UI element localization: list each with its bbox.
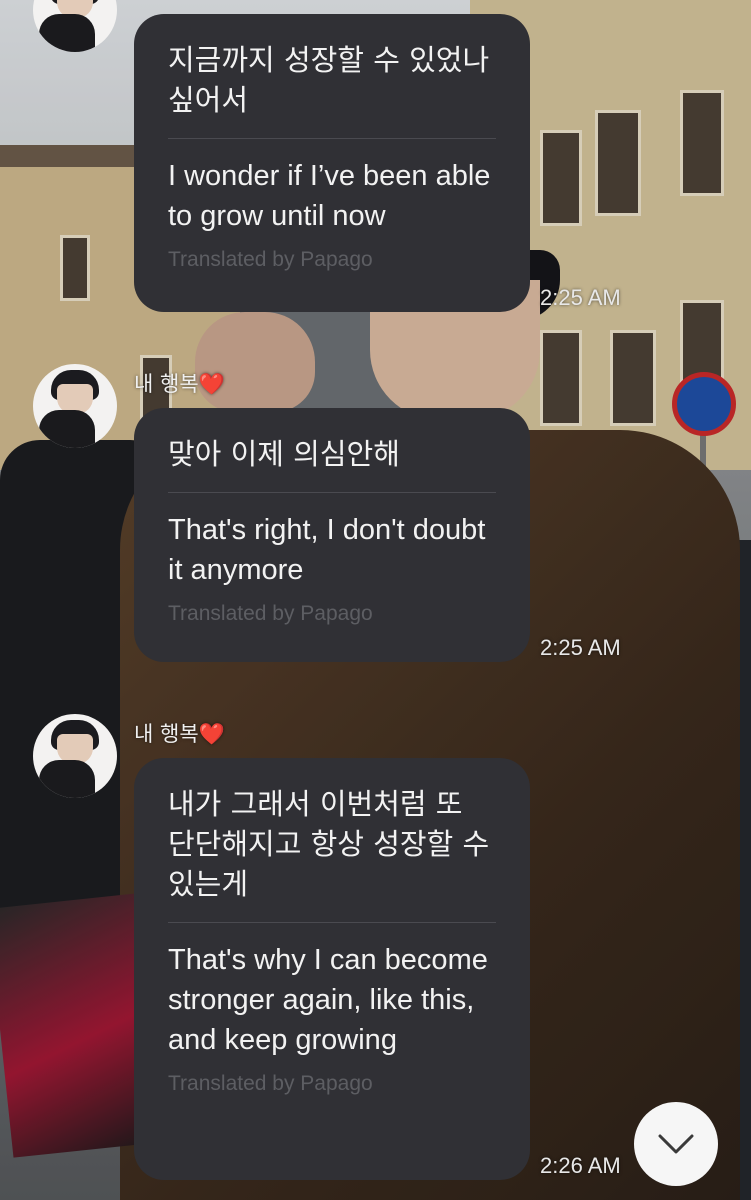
sender-name-text: 내 행복 <box>134 722 199 746</box>
heart-icon: ❤️ <box>198 722 225 746</box>
message-translation-text: I wonder if I’ve been able to grow until… <box>168 160 491 232</box>
translation-divider <box>168 138 496 139</box>
translation-credit: Translated by Papago <box>168 602 373 625</box>
message-original-text: 지금까지 성장할 수 있었나 싶어서 <box>168 43 490 117</box>
translation-credit: Translated by Papago <box>168 1072 373 1095</box>
scroll-to-bottom-button[interactable] <box>634 1102 718 1186</box>
message-original-text: 맞아 이제 의심안해 <box>168 437 400 471</box>
translation-divider <box>168 922 496 923</box>
message-bubble[interactable]: 지금까지 성장할 수 있었나 싶어서 I wonder if I’ve been… <box>134 14 530 312</box>
heart-icon: ❤️ <box>198 372 225 396</box>
message-bubble[interactable]: 내가 그래서 이번처럼 또 단단해지고 항상 성장할 수 있는게 That's … <box>134 758 530 1180</box>
chevron-down-icon <box>658 1134 694 1154</box>
sender-avatar[interactable] <box>33 714 117 798</box>
sender-name: 내 행복❤️ <box>134 718 225 748</box>
message-bubble[interactable]: 맞아 이제 의심안해 That's right, I don't doubt i… <box>134 408 530 662</box>
message-timestamp: 2:25 AM <box>540 635 621 660</box>
message-translation-text: That's why I can become stronger again, … <box>168 944 488 1056</box>
sender-name-text: 내 행복 <box>134 372 199 396</box>
message-timestamp: 2:26 AM <box>540 1153 621 1178</box>
message-translation-text: That's right, I don't doubt it anymore <box>168 514 486 586</box>
message-original-text: 내가 그래서 이번처럼 또 단단해지고 항상 성장할 수 있는게 <box>168 787 490 901</box>
translation-divider <box>168 492 496 493</box>
message-timestamp: 2:25 AM <box>540 285 621 310</box>
sender-name: 내 행복❤️ <box>134 368 225 398</box>
translation-credit: Translated by Papago <box>168 248 373 271</box>
sender-avatar[interactable] <box>33 364 117 448</box>
